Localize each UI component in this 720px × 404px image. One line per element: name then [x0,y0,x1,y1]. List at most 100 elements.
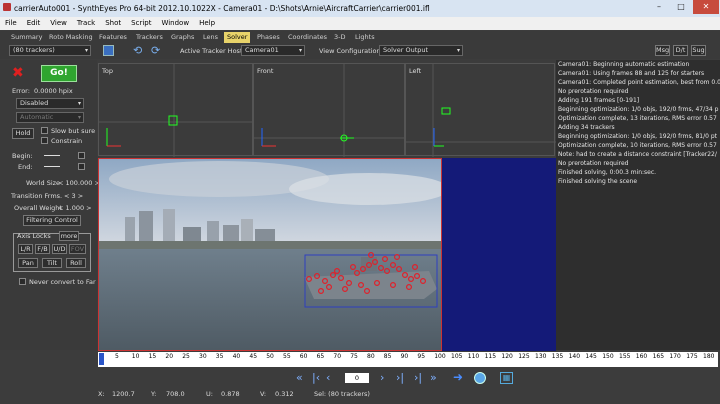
tracker-marker[interactable] [334,267,341,274]
overall-weight-value[interactable]: < 1.000 > [58,204,92,212]
end-checkbox[interactable] [78,163,85,170]
tracker-marker[interactable] [366,261,373,268]
menu-file[interactable]: File [0,17,22,27]
tracker-marker[interactable] [374,279,381,286]
tracker-marker[interactable] [396,265,403,272]
tracker-marker[interactable] [402,271,409,278]
menu-help[interactable]: Help [194,17,220,27]
lock-roll-button[interactable]: Roll [66,258,86,268]
step-back-icon[interactable]: ‹ [326,371,330,384]
tracker-marker[interactable] [358,281,365,288]
tab-phases[interactable]: Phases [257,32,280,43]
tracker-marker[interactable] [342,285,349,292]
sug-button[interactable]: Sug [691,45,706,56]
menu-track[interactable]: Track [72,17,100,27]
axis-more-button[interactable]: more [59,231,79,241]
lock-fb-button[interactable]: F/B [35,244,50,254]
play-arrow-icon[interactable]: ➜ [453,370,463,384]
tracker-marker[interactable] [346,279,353,286]
menu-shot[interactable]: Shot [100,17,126,27]
forward-end-icon[interactable]: » [430,371,437,384]
tracker-marker[interactable] [338,274,345,281]
maximize-icon[interactable]: □ [670,0,692,14]
lock-ud-button[interactable]: U/D [52,244,67,254]
tab-3d[interactable]: 3-D [334,32,346,43]
active-tracker-host-select[interactable]: Camera01 [241,45,305,56]
tracker-marker[interactable] [406,283,413,290]
playback-speed-icon[interactable] [474,372,486,384]
tracker-marker[interactable] [372,258,379,265]
tracker-marker[interactable] [390,281,397,288]
tracker-marker[interactable] [408,275,415,282]
tab-roto-masking[interactable]: Roto Masking [49,32,93,43]
tracker-marker[interactable] [378,264,385,271]
tab-features[interactable]: Features [99,32,127,43]
viewport-left[interactable]: Left [405,63,556,157]
rewind-start-icon[interactable]: « [296,371,303,384]
tab-solver[interactable]: Solver [224,32,251,43]
redo-icon[interactable]: ⟳ [151,44,160,57]
tab-graphs[interactable]: Graphs [171,32,194,43]
menu-window[interactable]: Window [156,17,194,27]
begin-checkbox[interactable] [78,152,85,159]
tab-summary[interactable]: Summary [11,32,42,43]
prev-key-icon[interactable]: |‹ [312,371,320,384]
timeline[interactable]: 5 10 15 20 25 30 35 40 45 50 55 60 65 70 75 80 85 90 95 100… [98,352,720,367]
trackers-select[interactable]: (80 trackers) [9,45,91,56]
menu-script[interactable]: Script [126,17,156,27]
view-config-select[interactable]: Solver Output [379,45,463,56]
tab-trackers[interactable]: Trackers [136,32,163,43]
tracker-marker[interactable] [384,267,391,274]
lock-pan-button[interactable]: Pan [18,258,38,268]
slow-but-sure-checkbox[interactable] [41,127,48,134]
msg-button[interactable]: Msg [655,45,670,56]
undo-icon[interactable]: ⟲ [133,44,142,57]
tracker-marker[interactable] [330,271,337,278]
tracker-marker[interactable] [326,283,333,290]
next-frame-icon[interactable]: ›| [414,371,422,384]
cancel-x-icon[interactable]: ✖ [12,65,24,81]
viewport-top[interactable]: Top [98,63,254,157]
tracker-marker[interactable] [420,277,427,284]
menu-edit[interactable]: Edit [22,17,46,27]
tab-lights[interactable]: Lights [355,32,375,43]
close-icon[interactable]: ✕ [693,0,719,14]
lock-tilt-button[interactable]: Tilt [42,258,62,268]
frame-number-field[interactable]: 0 [345,373,369,383]
tab-lens[interactable]: Lens [203,32,218,43]
tracker-marker[interactable] [322,277,329,284]
tracker-marker[interactable] [390,261,397,268]
save-icon[interactable] [103,45,114,56]
go-button[interactable]: Go! [41,65,77,82]
tab-coordinates[interactable]: Coordinates [288,32,327,43]
solver-mode-select[interactable]: Disabled [16,98,84,109]
filtering-control-button[interactable]: Filtering Control [23,215,81,226]
tracker-marker[interactable] [412,263,419,270]
step-forward-icon[interactable]: › [380,371,384,384]
tracker-markers[interactable] [99,159,442,351]
lock-lr-button[interactable]: L/R [18,244,33,254]
tracker-marker[interactable] [354,269,361,276]
dt-button[interactable]: D/t [673,45,688,56]
menu-view[interactable]: View [45,17,72,27]
tracker-marker[interactable] [318,288,325,295]
camera-view[interactable] [98,158,442,351]
fit-view-icon[interactable]: ▦ [500,372,513,384]
world-size-value[interactable]: < 100.000 > [58,179,100,187]
tracker-marker[interactable] [368,251,375,258]
lock-fov-button[interactable]: FOV [69,244,86,254]
viewport-front[interactable]: Front [253,63,406,157]
never-convert-checkbox[interactable] [19,278,26,285]
tracker-marker[interactable] [360,265,367,272]
next-key-icon[interactable]: ›| [396,371,404,384]
tracker-marker[interactable] [394,253,401,260]
tracker-marker[interactable] [382,255,389,262]
tracker-marker[interactable] [364,288,371,295]
transition-frames-value[interactable]: < 3 > [64,192,83,200]
tracker-marker[interactable] [314,272,321,279]
tracker-marker[interactable] [350,263,357,270]
tracker-marker[interactable] [414,272,421,279]
minimize-icon[interactable]: – [648,0,670,14]
tracker-marker[interactable] [306,275,313,282]
constrain-checkbox[interactable] [41,137,48,144]
